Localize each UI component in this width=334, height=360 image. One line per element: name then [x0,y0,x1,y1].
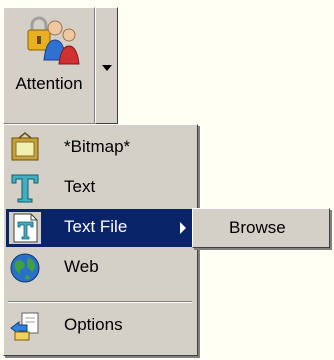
menu-item-web[interactable]: Web [6,249,194,287]
submenu-item-browse[interactable]: Browse [229,218,286,238]
attention-label: Attention [15,74,83,93]
menu-separator [8,301,192,303]
chevron-right-icon [180,222,186,234]
globe-icon [10,253,40,283]
text-file-submenu: Browse [192,208,330,248]
menu-item-bitmap[interactable]: *Bitmap* [6,129,194,167]
users-lock-icon [27,16,80,65]
text-file-icon [9,212,41,244]
menu-item-text[interactable]: Text [6,169,194,207]
attention-menu: *Bitmap* Text Text File Web Options [3,124,198,356]
picture-frame-icon [11,132,39,161]
menu-item-label: *Bitmap* [64,137,131,156]
options-icon [10,312,39,341]
attention-dropdown-button[interactable] [95,7,118,124]
attention-button[interactable]: Attention [3,7,95,124]
chevron-down-icon [102,65,112,71]
text-t-icon [11,174,39,203]
menu-item-label: Options [64,315,123,334]
menu-item-label: Web [64,257,99,276]
menu-item-text-file[interactable]: Text File [6,209,194,247]
menu-item-options[interactable]: Options [6,307,194,345]
menu-item-label: Text File [64,217,128,236]
menu-item-label: Text [64,177,96,196]
